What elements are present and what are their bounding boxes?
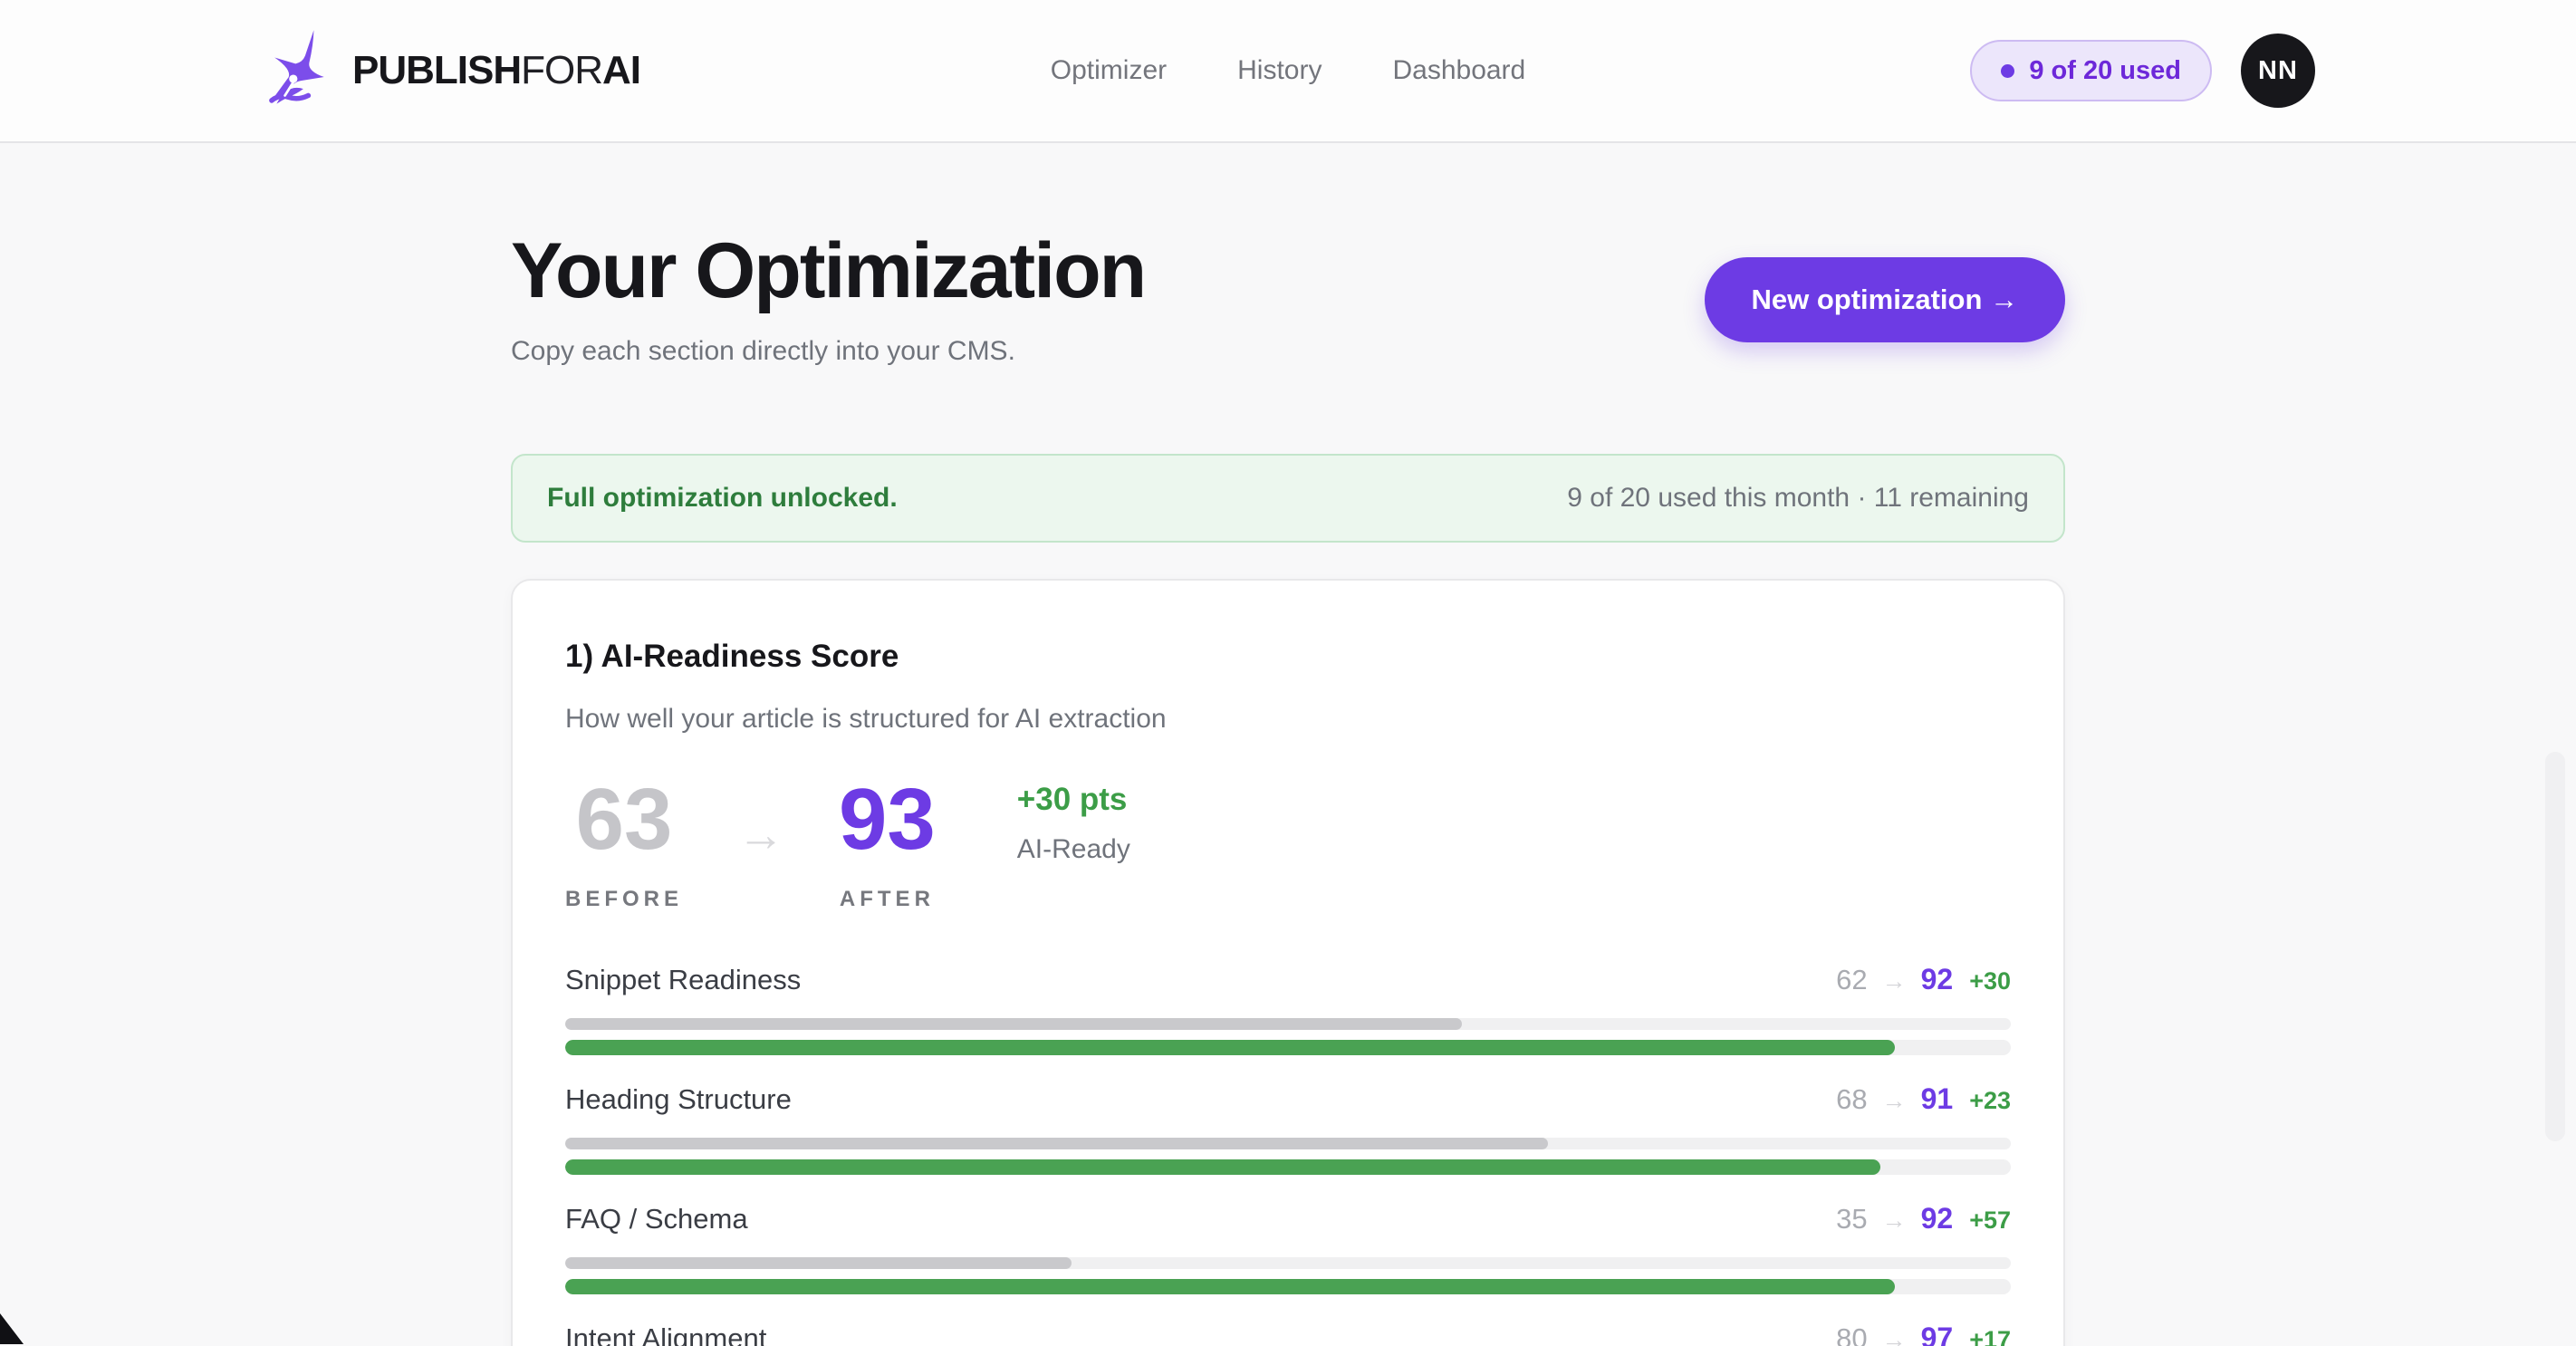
metric-before-value: 35: [1836, 1203, 1867, 1235]
before-score-label: BEFORE: [565, 887, 683, 912]
mouse-cursor-icon: [0, 1312, 27, 1346]
card-subheading: How well your article is structured for …: [565, 704, 2011, 735]
before-progress-fill: [565, 1018, 1462, 1030]
card-heading: 1) AI-Readiness Score: [565, 639, 2011, 675]
after-progress-track: [565, 1040, 2011, 1055]
metric-scores: 80 → 97 +17: [1836, 1322, 2011, 1346]
brand-logo[interactable]: PUBLISHFORAI: [260, 27, 640, 115]
ai-readiness-card: 1) AI-Readiness Score How well your arti…: [511, 579, 2065, 1346]
app-header: PUBLISHFORAI Optimizer History Dashboard…: [0, 0, 2576, 143]
nav-history[interactable]: History: [1237, 55, 1322, 86]
nav-dashboard[interactable]: Dashboard: [1392, 55, 1525, 86]
unlock-banner-usage: 9 of 20 used this month · 11 remaining: [1567, 483, 2029, 514]
usage-badge[interactable]: 9 of 20 used: [1970, 40, 2212, 101]
metric-scores: 35 → 92 +57: [1836, 1202, 2011, 1235]
metric-delta: +23: [1969, 1087, 2011, 1115]
score-summary: 63 BEFORE → 93 AFTER +30 pts AI-Ready: [565, 776, 2011, 912]
metric-after-value: 97: [1921, 1322, 1954, 1346]
after-progress-track: [565, 1159, 2011, 1175]
page-title: Your Optimization: [511, 228, 1145, 314]
metric-before-value: 62: [1836, 964, 1867, 996]
after-score-value: 93: [839, 776, 936, 863]
after-progress-fill: [565, 1159, 1880, 1175]
unlock-banner: Full optimization unlocked. 9 of 20 used…: [511, 454, 2065, 543]
usage-dot-icon: [2001, 64, 2014, 78]
metric-row: Snippet Readiness 62 → 92 +30: [565, 963, 2011, 1055]
new-optimization-button[interactable]: New optimization →: [1705, 257, 2066, 342]
metric-delta: +30: [1969, 967, 2011, 995]
before-progress-track: [565, 1138, 2011, 1149]
metric-label: Intent Alignment: [565, 1322, 766, 1346]
score-delta: +30 pts AI-Ready: [1017, 782, 1130, 865]
after-progress-fill: [565, 1279, 1895, 1294]
after-score-label: AFTER: [839, 887, 936, 912]
metric-row: FAQ / Schema 35 → 92 +57: [565, 1202, 2011, 1294]
main-content: Your Optimization Copy each section dire…: [0, 228, 2576, 1346]
before-progress-track: [565, 1257, 2011, 1269]
metric-after-value: 91: [1921, 1082, 1954, 1116]
metric-delta: +57: [1969, 1207, 2011, 1235]
brand-star-pen-icon: [260, 27, 343, 115]
metric-row: Intent Alignment 80 → 97 +17: [565, 1322, 2011, 1346]
header-right: 9 of 20 used NN: [1970, 34, 2315, 108]
metric-delta: +17: [1969, 1326, 2011, 1346]
after-progress-track: [565, 1279, 2011, 1294]
main-nav: Optimizer History Dashboard: [1051, 55, 1525, 86]
title-row: Your Optimization Copy each section dire…: [511, 228, 2065, 367]
before-progress-fill: [565, 1257, 1072, 1269]
unlock-banner-message: Full optimization unlocked.: [547, 483, 898, 514]
metric-before-value: 68: [1836, 1083, 1867, 1116]
score-delta-label: AI-Ready: [1017, 834, 1130, 865]
before-score-value: 63: [565, 776, 683, 863]
arrow-right-icon: →: [1882, 967, 1907, 995]
scrollbar-thumb[interactable]: [2545, 752, 2565, 1141]
metrics-list: Snippet Readiness 62 → 92 +30 Heading Structu…: [565, 963, 2011, 1346]
before-score: 63 BEFORE: [565, 776, 683, 912]
metric-scores: 62 → 92 +30: [1836, 963, 2011, 996]
avatar[interactable]: NN: [2241, 34, 2315, 108]
brand-wordmark: PUBLISHFORAI: [352, 48, 640, 93]
metric-scores: 68 → 91 +23: [1836, 1082, 2011, 1116]
after-progress-fill: [565, 1040, 1895, 1055]
metric-before-value: 80: [1836, 1322, 1867, 1346]
metric-label: Snippet Readiness: [565, 964, 801, 996]
metric-label: FAQ / Schema: [565, 1203, 748, 1235]
arrow-right-icon: →: [1882, 1207, 1907, 1235]
metric-row: Heading Structure 68 → 91 +23: [565, 1082, 2011, 1175]
usage-badge-label: 9 of 20 used: [2029, 56, 2181, 86]
nav-optimizer[interactable]: Optimizer: [1051, 55, 1167, 86]
arrow-right-icon: →: [1882, 1087, 1907, 1115]
before-progress-fill: [565, 1138, 1548, 1149]
arrow-right-icon: →: [1882, 1326, 1907, 1346]
metric-after-value: 92: [1921, 963, 1954, 996]
score-delta-points: +30 pts: [1017, 782, 1130, 818]
page-subtitle: Copy each section directly into your CMS…: [511, 336, 1145, 367]
arrow-right-icon: →: [737, 808, 784, 862]
metric-label: Heading Structure: [565, 1083, 792, 1116]
metric-after-value: 92: [1921, 1202, 1954, 1235]
before-progress-track: [565, 1018, 2011, 1030]
after-score: 93 AFTER: [839, 776, 936, 912]
